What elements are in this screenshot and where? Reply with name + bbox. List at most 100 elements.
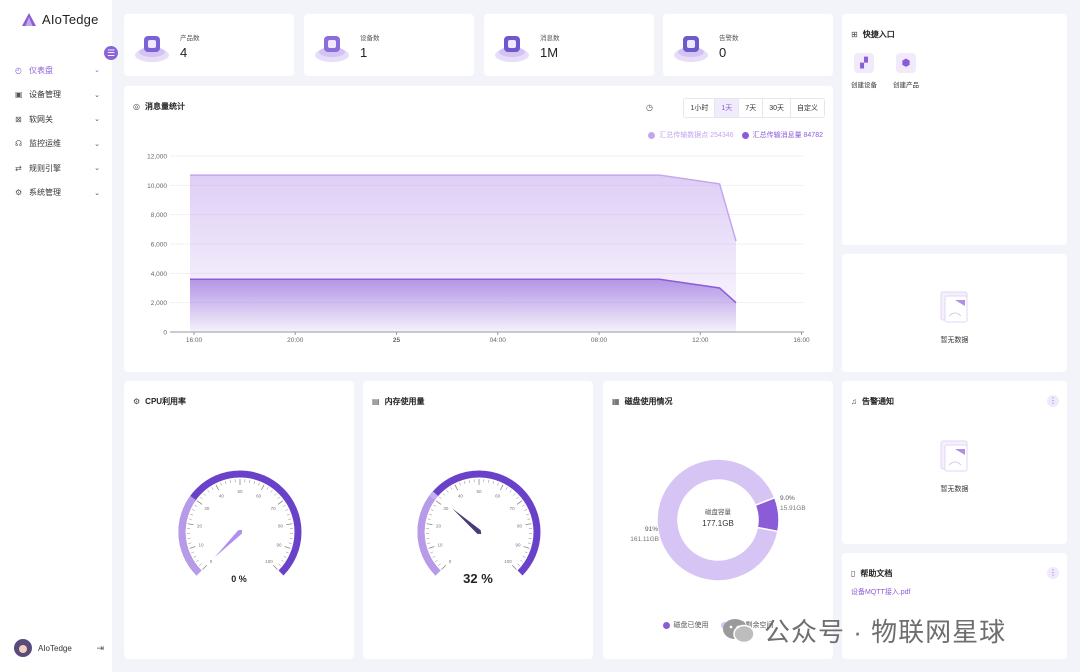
sidebar-item-3[interactable]: ☊ 监控运维 ⌄ [0,132,112,157]
gauge-tick-label: 20 [197,524,203,529]
gauge-tick [281,559,284,562]
slice-percent-used: 9.0% [780,495,795,502]
gauge-tick-label: 10 [437,543,443,548]
help-doc-link[interactable]: 设备MQTT接入.pdf [851,587,911,597]
gauge-needle [452,508,482,534]
y-tick-label: 4,000 [151,271,168,278]
sidebar-item-4[interactable]: ⇄ 规则引擎 ⌄ [0,156,112,181]
sidebar-item-label: 系统管理 [29,188,61,198]
stat-card-alarm[interactable]: 告警数 0 [663,14,833,76]
chevron-down-icon[interactable]: ⌄ [94,140,100,148]
chevron-down-icon[interactable]: ⌄ [94,115,100,123]
gauge-tick [286,513,290,516]
gauge-tick [430,509,434,511]
gauge-tick [441,564,447,570]
gauge-tick-label: 80 [278,524,284,529]
gauge-tick [191,509,195,511]
gauge-tick [191,551,195,554]
quick-item-0[interactable]: ▞ 创建设备 [844,53,884,89]
sidebar-item-label: 软网关 [29,114,53,124]
y-tick-label: 2,000 [151,300,168,307]
gauge-tick-label: 10 [198,543,204,548]
help-more-icon[interactable]: ⋮ [1047,567,1059,579]
gauge-tick-label: 90 [276,543,282,548]
gauge-tick [196,559,199,562]
sidebar-item-1[interactable]: ▣ 设备管理 ⌄ [0,83,112,108]
gauge-tick [187,523,194,526]
create-device-icon: ▞ [854,53,874,73]
sidebar-item-0[interactable]: ◴ 仪表盘 ⌄ [0,58,112,83]
gauge-tick-label: 30 [204,506,210,511]
empty-box-icon [940,440,967,472]
gauge-tick [468,479,470,483]
quick-access-title-text: 快捷入口 [862,30,895,39]
disk-legend-label: 磁盘已使用 [673,622,709,629]
gauge-tick [258,482,260,486]
stat-card-device[interactable]: 设备数 1 [304,14,474,76]
memory-gauge: 0 10 20 30 40 50 60 70 80 90 100 [417,470,541,576]
gauge-tick [284,546,291,549]
sidebar-item-icon: ⊠ [15,114,22,124]
gauge-tick [463,481,466,485]
gauge-tick [189,546,196,549]
gauge-tick [438,563,441,566]
x-tick-label: 08:00 [591,337,608,344]
sidebar-menu: ◴ 仪表盘 ⌄ ▣ 设备管理 ⌄ ⊠ 软网关 ⌄ ☊ 监控运维 ⌄ ⇄ 规则引擎 ⌄ ⚙ 系统管理 ⌄ [0,58,112,205]
gauge-tick [426,523,433,526]
gauge-tick-label: 50 [237,489,243,494]
stat-card-product[interactable]: 产品数 4 [124,14,294,76]
alarm-title: ♫ 告警通知 [851,396,894,407]
gauge-tick [427,518,431,520]
sidebar-item-icon: ⇄ [15,163,22,173]
gauge-tick [497,482,499,486]
gauge-tick [200,496,203,500]
cpu-gauge: 0 10 20 30 40 50 60 70 80 90 100 [178,470,302,576]
gauge-tick [207,489,210,493]
gauge-tick [439,496,442,500]
gauge-tick [253,481,256,485]
chevron-down-icon[interactable]: ⌄ [94,189,100,197]
gauge-tick [277,500,284,505]
quick-item-1[interactable]: ⬢ 创建产品 [886,53,926,89]
sidebar-item-label: 设备管理 [29,90,61,100]
alarm-empty-state: 暂无数据 [842,437,1067,494]
user-info: AIoTedge ⇥ [14,639,104,657]
gauge-tick-label: 40 [219,493,225,498]
gauge-tick [215,484,220,491]
alarm-more-icon[interactable]: ⋮ [1047,395,1059,407]
gauge-tick [525,513,529,516]
stat-card-message[interactable]: 消息数 1M [484,14,654,76]
chevron-down-icon[interactable]: ⌄ [94,91,100,99]
gauge-tick [435,500,442,505]
x-tick-label: 20:00 [287,337,304,344]
gauge-tick [446,489,449,493]
gauge-tick [194,504,198,507]
gauge-tick [442,493,445,496]
chevron-down-icon[interactable]: ⌄ [94,164,100,172]
gauge-tick [454,484,459,491]
gauge-tick [516,500,523,505]
gauge-tick-label: 70 [271,506,277,511]
watermark: 公众号 · 物联网星球 [722,612,1006,649]
sidebar-item-5[interactable]: ⚙ 系统管理 ⌄ [0,181,112,206]
gauge-tick [193,555,197,558]
product-icon [135,36,169,62]
gauge-tick [509,489,512,493]
alarm-card: ♫ 告警通知 ⋮ 暂无数据 [842,381,1067,544]
gauge-tick [516,496,519,500]
disk-legend-item[interactable]: 磁盘已使用 [662,620,709,630]
gauge-tick [517,563,520,566]
donut-center-value: 177.1GB [702,519,734,528]
gauge-tick [505,487,508,490]
menu-fold-icon[interactable]: ☰ [104,46,118,60]
gauge-tick [521,504,525,507]
sidebar-item-2[interactable]: ⊠ 软网关 ⌄ [0,107,112,132]
logout-icon[interactable]: ⇥ [96,643,104,654]
sidebar-item-icon: ▣ [15,90,23,100]
x-tick-label: 12:00 [692,337,709,344]
avatar[interactable] [14,639,32,657]
chevron-down-icon[interactable]: ⌄ [94,66,100,74]
message-icon [495,36,529,62]
gauge-tick [285,551,289,554]
app-logo[interactable]: AIoTedge [22,12,99,27]
